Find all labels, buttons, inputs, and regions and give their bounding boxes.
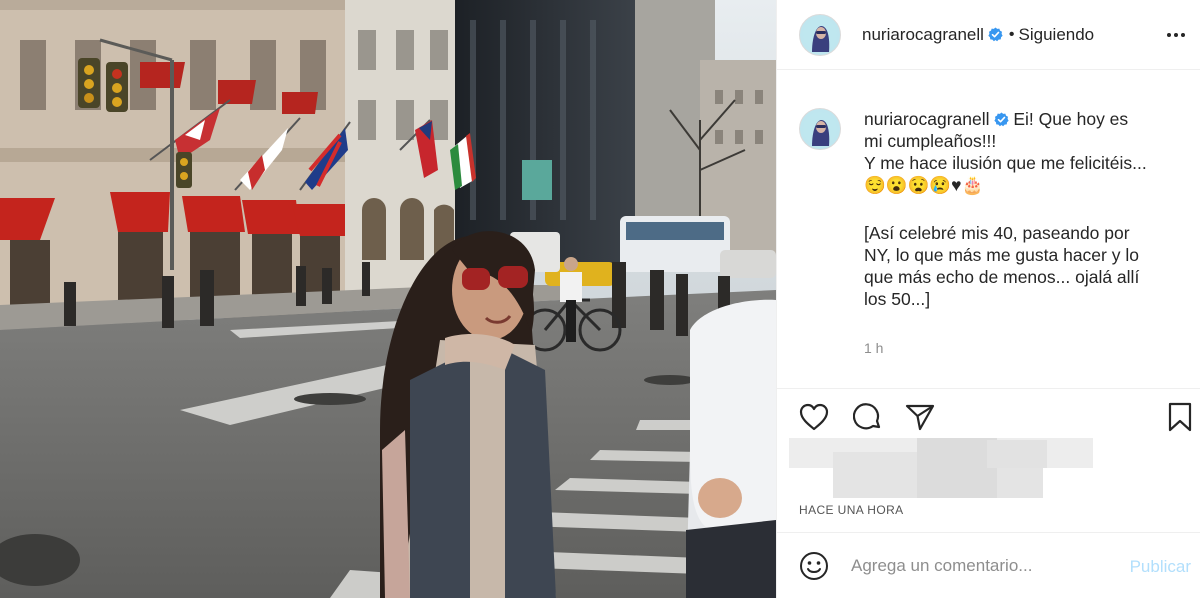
caption-line-5: [Así celebré mis 40, paseando por	[864, 223, 1130, 243]
heart-icon[interactable]	[797, 400, 831, 434]
verified-badge-icon	[993, 112, 1009, 127]
action-bar	[797, 400, 1192, 436]
caption-line-8: los 50...]	[864, 289, 931, 309]
post-username[interactable]: nuriarocagranell	[862, 25, 984, 45]
emoji-icon[interactable]	[797, 549, 831, 583]
caption-username[interactable]: nuriarocagranell	[864, 109, 990, 129]
caption-line-2: mi cumpleaños!!!	[864, 131, 997, 151]
bookmark-icon[interactable]	[1163, 400, 1197, 434]
avatar[interactable]	[799, 13, 841, 56]
avatar-image	[803, 17, 837, 52]
post-photo[interactable]	[0, 0, 776, 598]
street-scene-image	[0, 0, 776, 598]
caption-line-3: Y me hace ilusión que me felicitéis...	[864, 153, 1147, 173]
caption-avatar[interactable]	[799, 108, 841, 150]
caption-gap	[864, 196, 1184, 222]
comment-icon[interactable]	[851, 400, 885, 434]
publish-button[interactable]: Publicar	[1130, 557, 1191, 577]
caption-line-4: 😌😮😧😢♥🎂	[864, 175, 984, 195]
verified-badge-icon	[988, 27, 1003, 42]
post-header: nuriarocagranell • Siguiendo	[777, 0, 1200, 70]
paper-plane-icon[interactable]	[903, 400, 937, 434]
post-side-panel: nuriarocagranell • Siguiendo nuriarocagr…	[776, 0, 1200, 598]
avatar-image	[803, 112, 837, 146]
more-options-icon[interactable]	[1165, 24, 1187, 46]
caption-line-7: que más echo de menos... ojalá allí	[864, 267, 1140, 287]
comment-input[interactable]	[851, 555, 1101, 576]
divider	[777, 388, 1200, 389]
post-timestamp[interactable]: HACE UNA HORA	[799, 503, 904, 517]
caption-line-6: NY, lo que más me gusta hacer y lo	[864, 245, 1139, 265]
following-button[interactable]: Siguiendo	[1019, 25, 1095, 45]
post-caption: nuriarocagranell Ei! Que hoy es mi cumpl…	[799, 108, 1189, 310]
header-separator: •	[1008, 25, 1015, 43]
caption-line-1: Ei! Que hoy es	[1013, 109, 1129, 129]
comment-box: Publicar	[777, 533, 1200, 598]
caption-text: nuriarocagranell Ei! Que hoy es mi cumpl…	[864, 108, 1184, 310]
caption-time[interactable]: 1 h	[864, 340, 883, 356]
